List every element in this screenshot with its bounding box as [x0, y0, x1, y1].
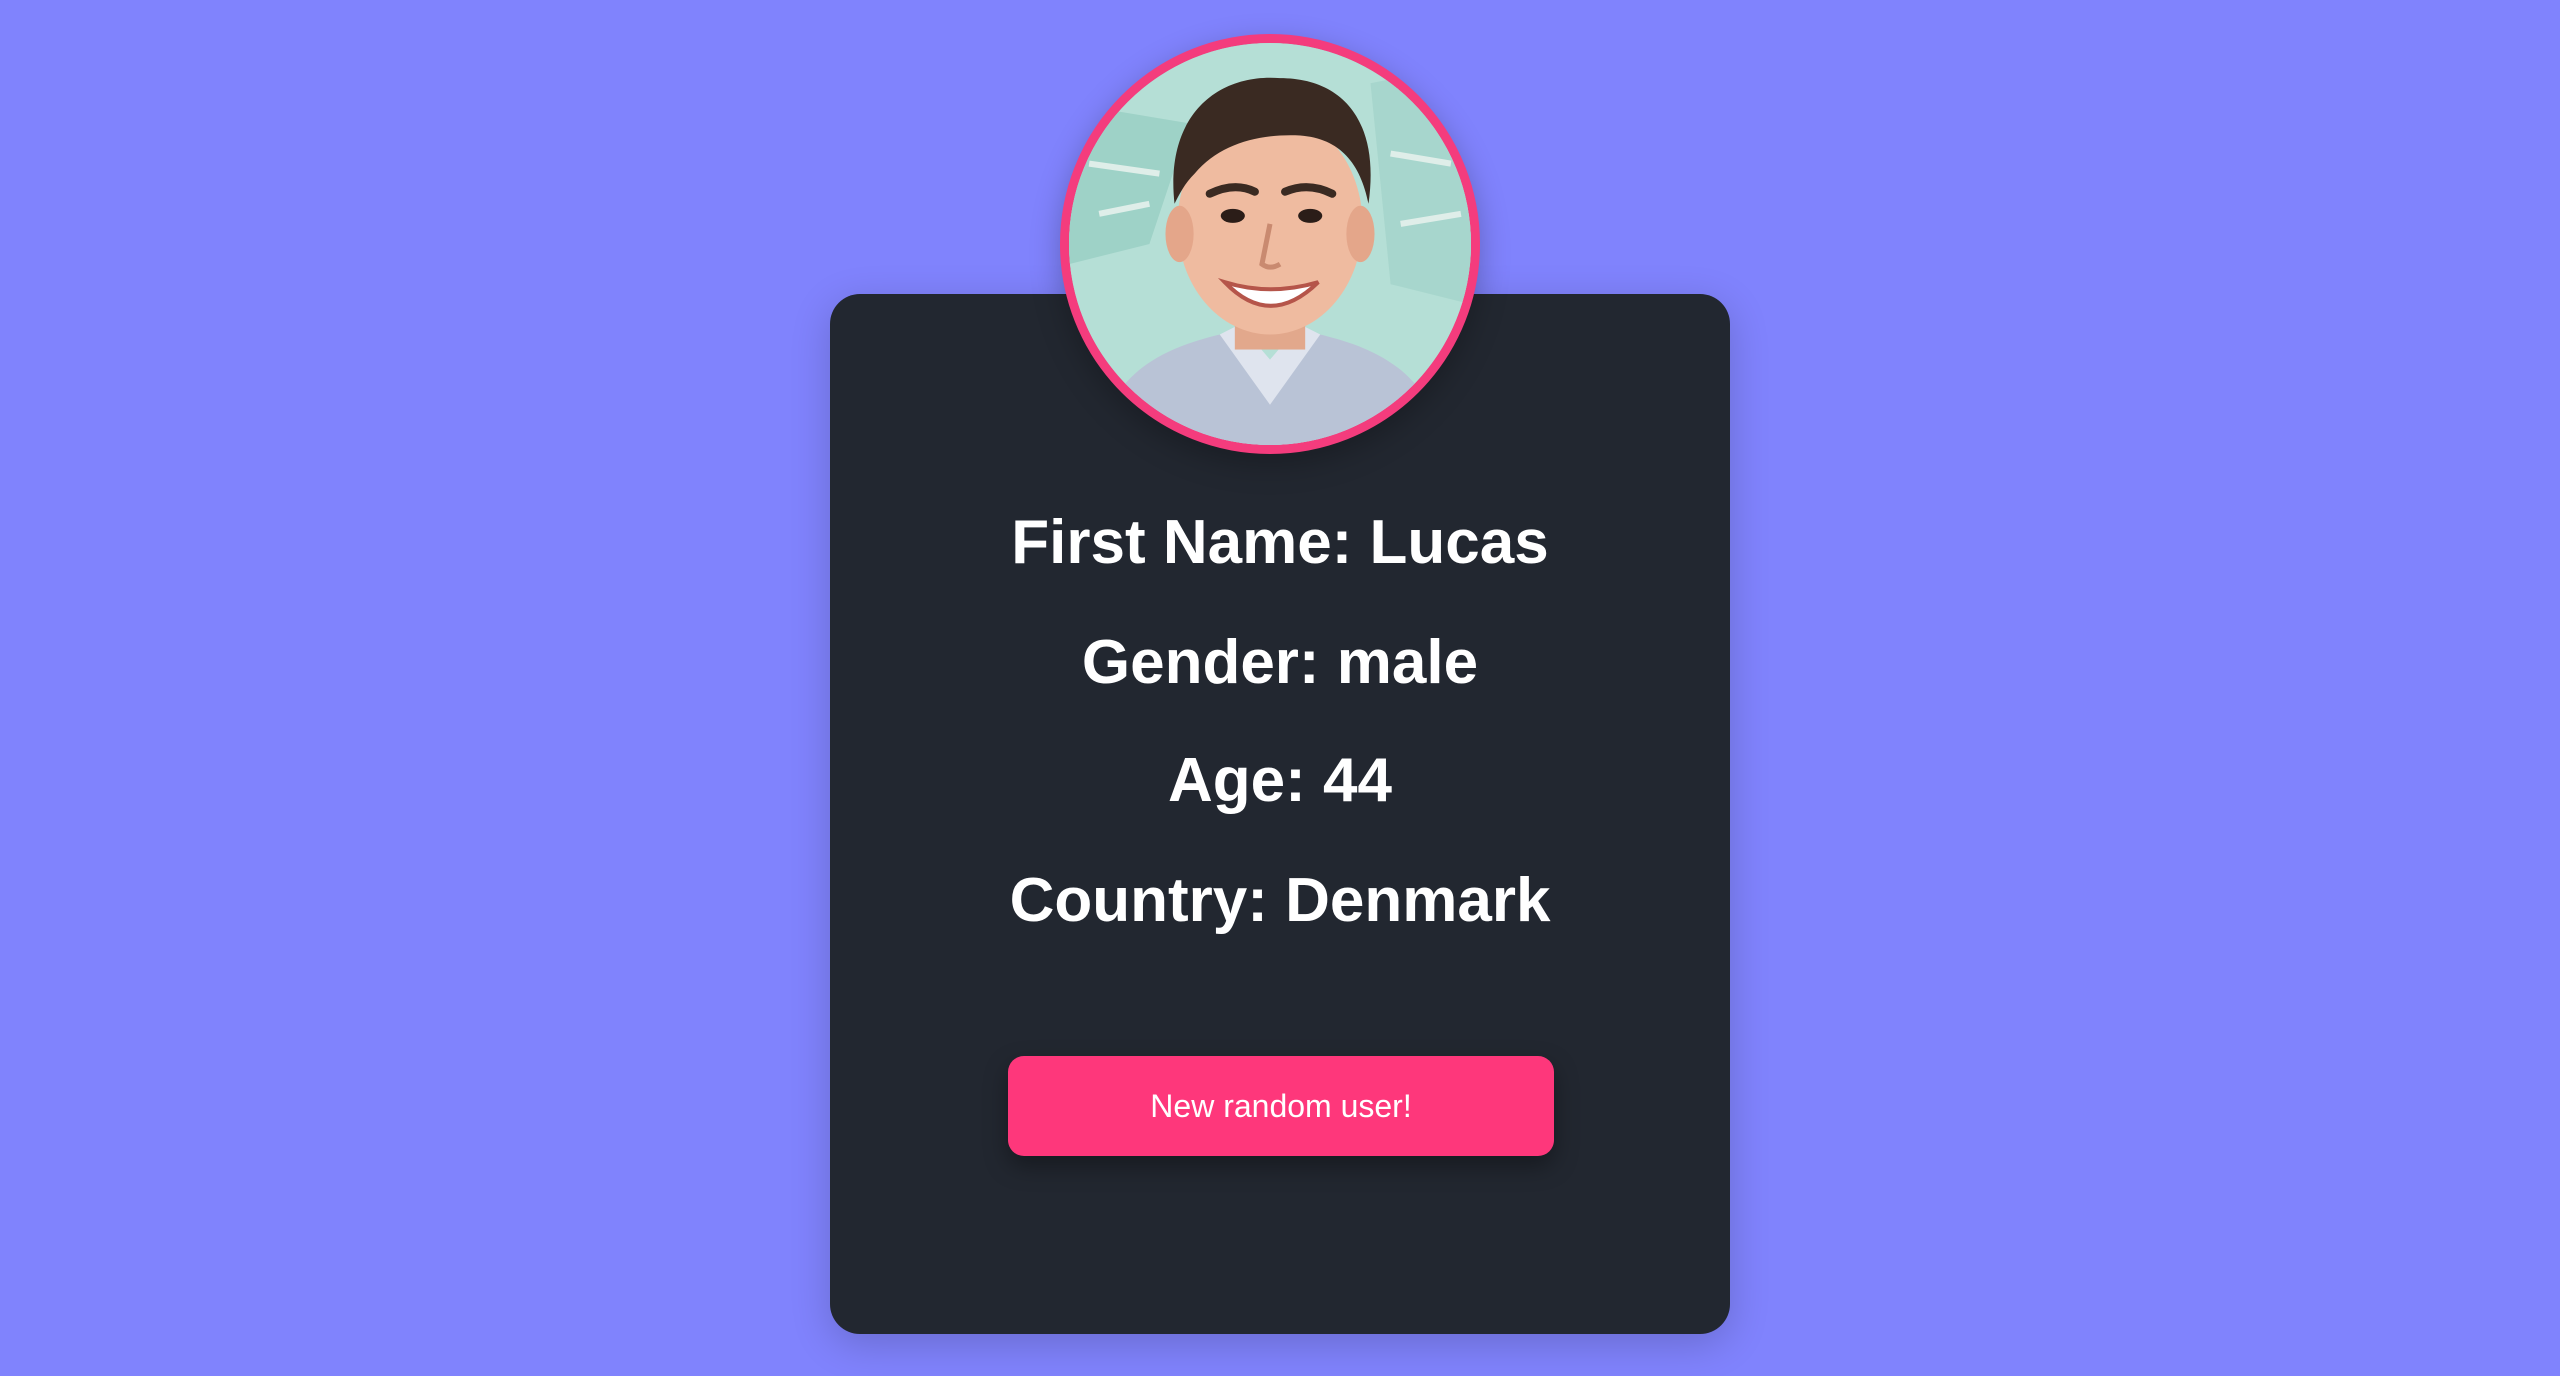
first-name-text: First Name: Lucas — [1011, 508, 1549, 577]
user-avatar — [1060, 34, 1480, 454]
age-text: Age: 44 — [1168, 746, 1392, 815]
new-random-user-button[interactable]: New random user! — [1008, 1056, 1554, 1156]
country-text: Country: Denmark — [1009, 866, 1551, 935]
gender-text: Gender: male — [1081, 628, 1479, 697]
user-photo-icon — [1069, 43, 1471, 445]
